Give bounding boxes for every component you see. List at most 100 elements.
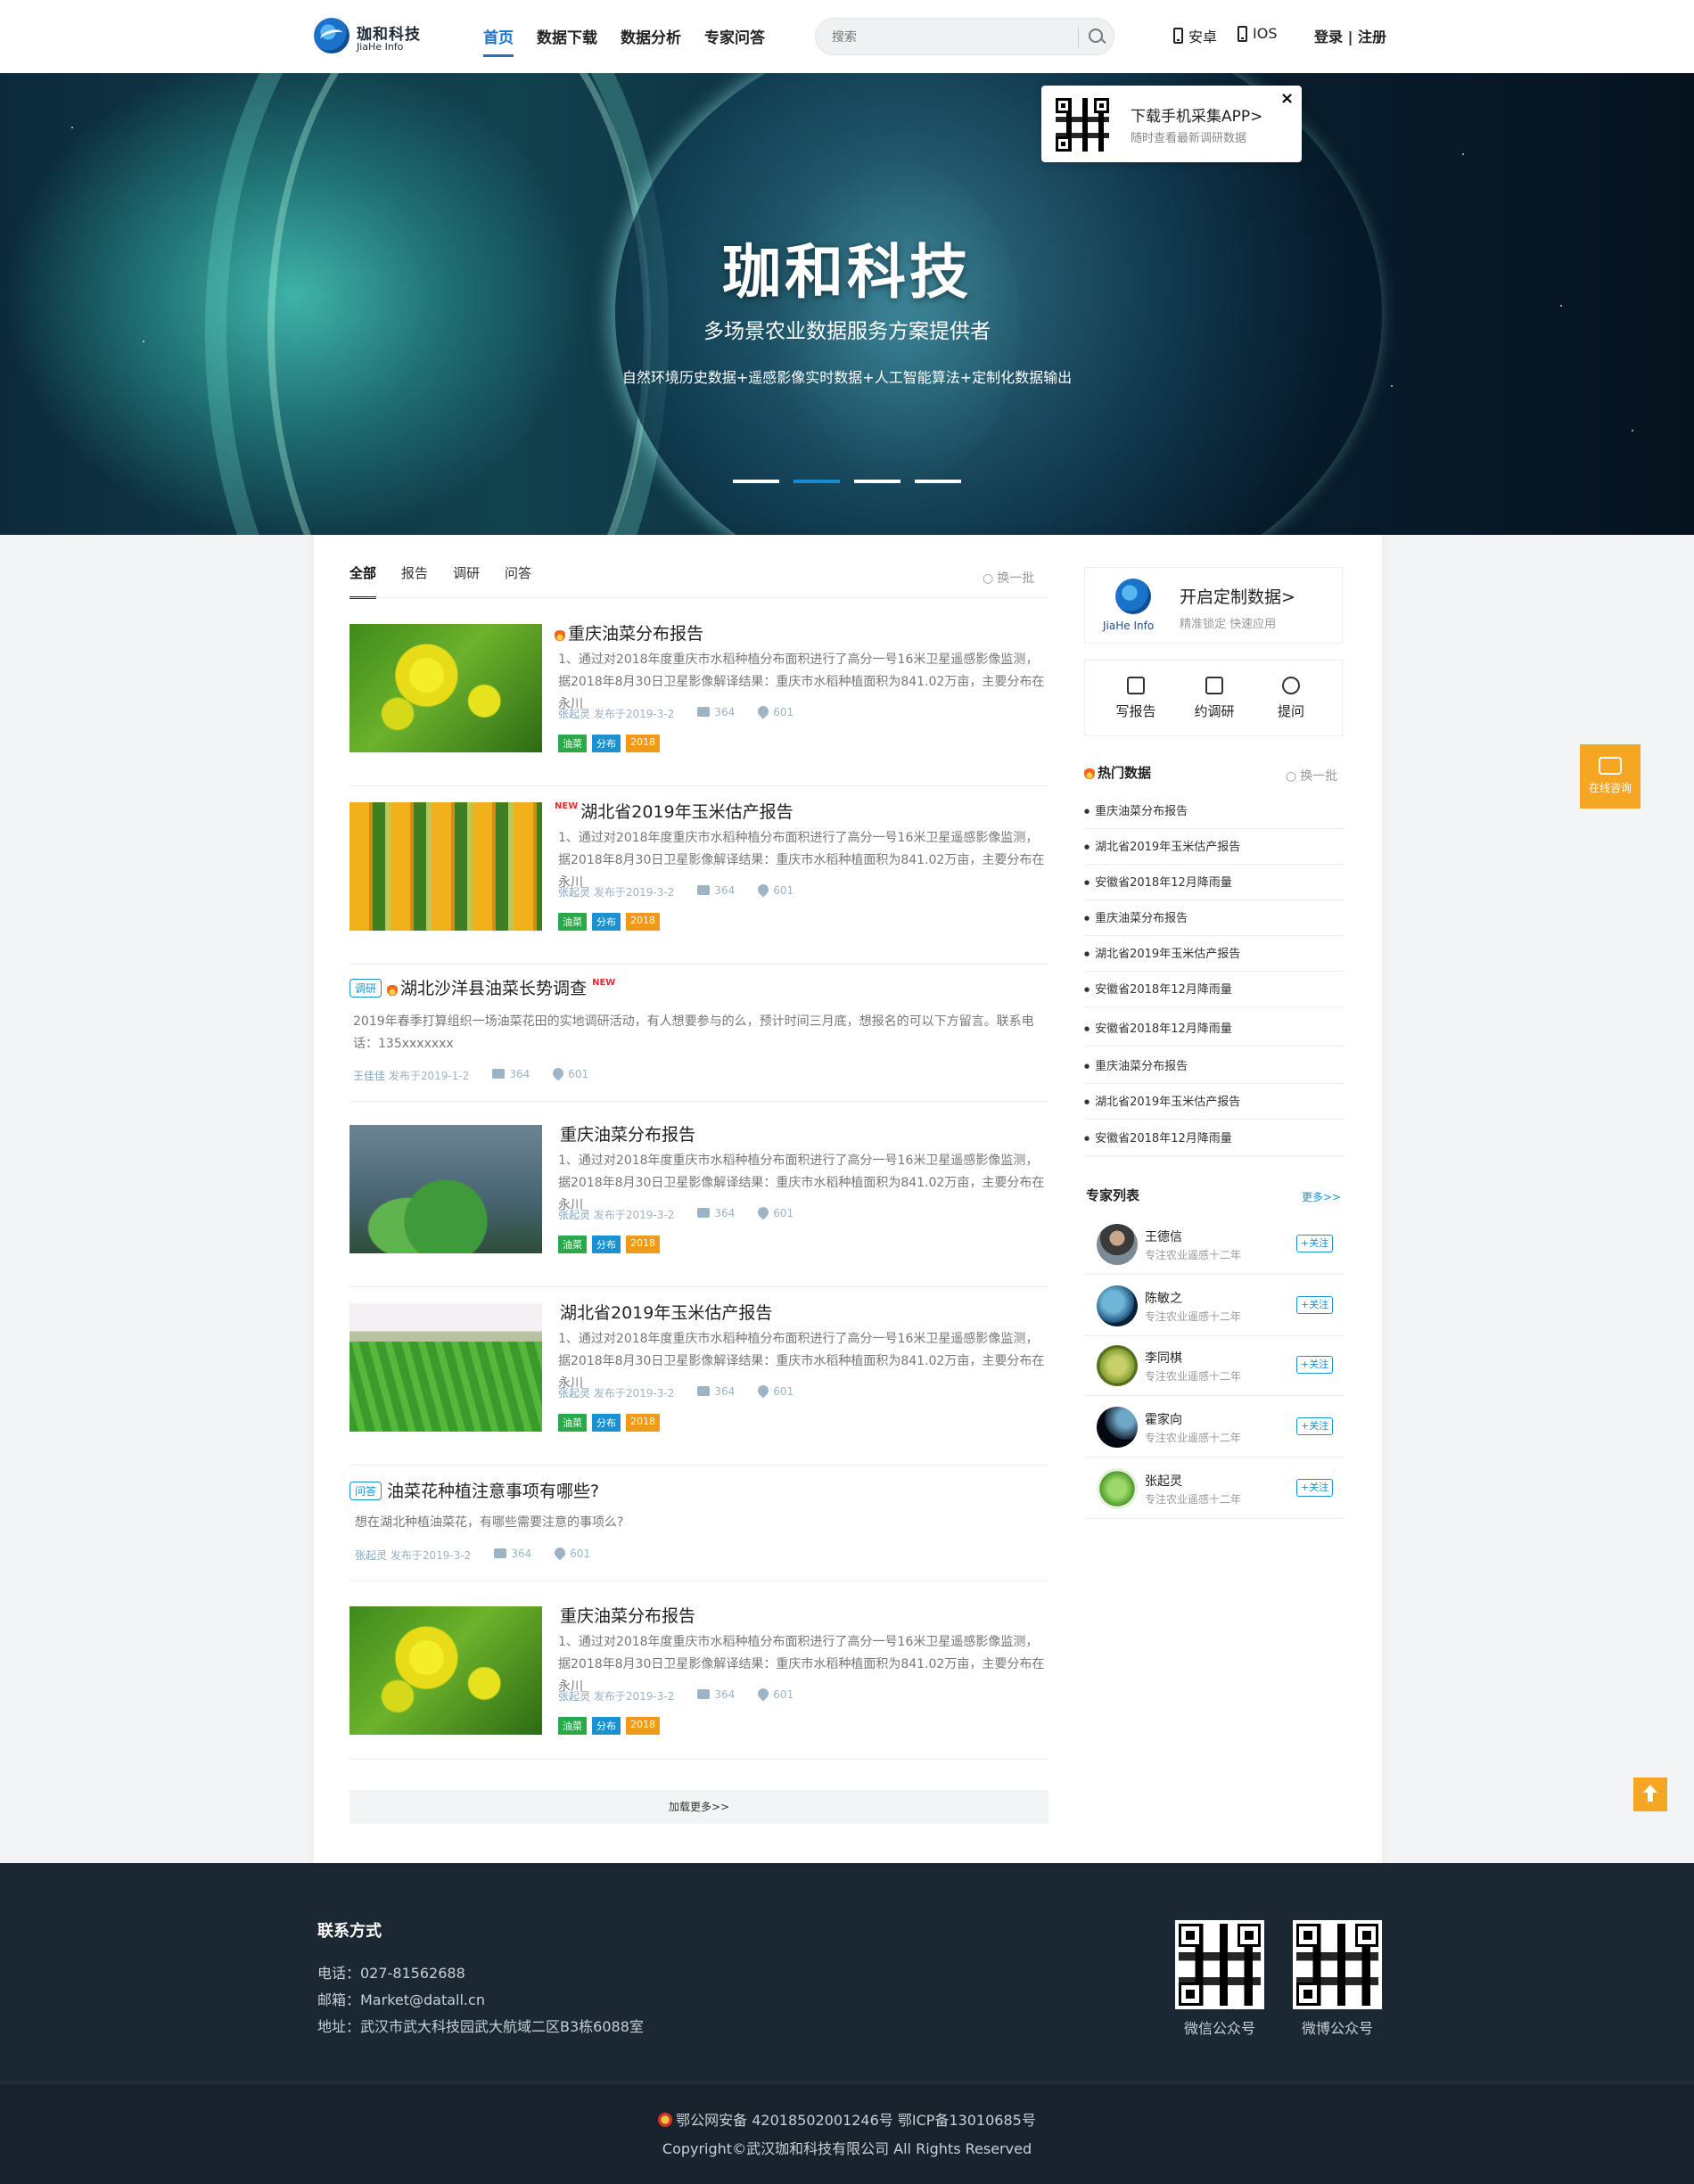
list-item[interactable]: NEW 湖北省2019年玉米估产报告 1、通过对2018年度重庆市水稻种植分布面积… bbox=[349, 799, 1048, 965]
tag[interactable]: 油菜 bbox=[558, 1236, 587, 1253]
icp-text[interactable]: 鄂公网安备 42018502001246号 鄂ICP备13010685号 bbox=[676, 2112, 1036, 2129]
rain-crop-thumbnail[interactable] bbox=[349, 1125, 542, 1253]
tag[interactable]: 分布 bbox=[592, 1236, 621, 1253]
avatar[interactable] bbox=[1097, 1407, 1138, 1448]
tag[interactable]: 2018 bbox=[626, 1414, 660, 1432]
expert-name[interactable]: 陈敏之 bbox=[1145, 1289, 1182, 1307]
hot-item[interactable]: 湖北省2019年玉米估产报告 bbox=[1084, 829, 1345, 865]
hot-refresh-button[interactable]: 换一批 bbox=[1286, 767, 1337, 784]
nav-data-download[interactable]: 数据下载 bbox=[537, 25, 597, 57]
custom-data-title[interactable]: 开启定制数据> bbox=[1180, 584, 1295, 608]
expert-item[interactable]: 陈敏之 专注农业遥感十二年 +关注 bbox=[1084, 1275, 1345, 1336]
author-name[interactable]: 张起灵 bbox=[558, 708, 590, 720]
list-item[interactable]: 调研 湖北沙洋县油菜长势调查 NEW 2019年春季打算组织一场油菜花田的实地调研… bbox=[349, 975, 1048, 1102]
contact-email[interactable]: 邮箱：Market@datall.cn bbox=[317, 1988, 485, 2009]
tab-qa[interactable]: 问答 bbox=[505, 563, 531, 599]
tag[interactable]: 分布 bbox=[592, 1717, 621, 1735]
avatar[interactable] bbox=[1097, 1468, 1138, 1509]
carousel-dot-2[interactable] bbox=[794, 480, 840, 483]
hot-item[interactable]: 重庆油菜分布报告 bbox=[1084, 1048, 1345, 1084]
item-title[interactable]: 重庆油菜分布报告 bbox=[560, 1603, 695, 1627]
login-register-link[interactable]: 登录 | 注册 bbox=[1314, 25, 1386, 46]
back-to-top-button[interactable] bbox=[1633, 1778, 1667, 1811]
carousel-dot-3[interactable] bbox=[854, 480, 900, 483]
expert-item[interactable]: 张起灵 专注农业遥感十二年 +关注 bbox=[1084, 1457, 1345, 1519]
list-item[interactable]: 重庆油菜分布报告 1、通过对2018年度重庆市水稻种植分布面积进行了高分一号16… bbox=[349, 624, 1048, 786]
tag[interactable]: 油菜 bbox=[558, 735, 587, 752]
author-name[interactable]: 张起灵 bbox=[355, 1549, 387, 1562]
item-title[interactable]: 重庆油菜分布报告 bbox=[555, 620, 703, 645]
nav-expert-qa[interactable]: 专家问答 bbox=[704, 25, 765, 57]
item-title[interactable]: 问答 油菜花种植注意事项有哪些? bbox=[349, 1478, 599, 1502]
avatar[interactable] bbox=[1097, 1285, 1138, 1326]
nav-home[interactable]: 首页 bbox=[483, 25, 514, 57]
search-input[interactable] bbox=[832, 28, 1064, 47]
rapeseed-thumbnail[interactable] bbox=[349, 624, 542, 752]
tab-all[interactable]: 全部 bbox=[349, 563, 377, 599]
item-title[interactable]: 重庆油菜分布报告 bbox=[560, 1121, 695, 1145]
corn-thumbnail[interactable] bbox=[349, 802, 542, 931]
search-icon[interactable] bbox=[1085, 26, 1108, 49]
book-survey-button[interactable]: 约调研 bbox=[1183, 677, 1246, 720]
author-name[interactable]: 张起灵 bbox=[558, 1690, 590, 1703]
tab-survey[interactable]: 调研 bbox=[453, 563, 480, 599]
follow-button[interactable]: +关注 bbox=[1296, 1235, 1334, 1252]
load-more-button[interactable]: 加载更多>> bbox=[349, 1790, 1048, 1824]
carousel-dot-4[interactable] bbox=[915, 480, 961, 483]
expert-name[interactable]: 王德信 bbox=[1145, 1227, 1182, 1245]
follow-button[interactable]: +关注 bbox=[1296, 1479, 1334, 1497]
expert-item[interactable]: 王德信 专注农业遥感十二年 +关注 bbox=[1084, 1213, 1345, 1275]
tag[interactable]: 2018 bbox=[626, 1717, 660, 1735]
tag[interactable]: 油菜 bbox=[558, 913, 587, 931]
feed-refresh-button[interactable]: 换一批 bbox=[983, 569, 1034, 587]
site-logo[interactable]: 珈和科技 JiaHe Info bbox=[314, 16, 430, 55]
list-item[interactable]: 重庆油菜分布报告 1、通过对2018年度重庆市水稻种植分布面积进行了高分一号16… bbox=[349, 1125, 1048, 1287]
tag[interactable]: 油菜 bbox=[558, 1717, 587, 1735]
follow-button[interactable]: +关注 bbox=[1296, 1356, 1334, 1374]
tab-report[interactable]: 报告 bbox=[401, 563, 428, 599]
list-item[interactable]: 湖北省2019年玉米估产报告 1、通过对2018年度重庆市水稻种植分布面积进行了… bbox=[349, 1303, 1048, 1466]
hot-item[interactable]: 湖北省2019年玉米估产报告 bbox=[1084, 1084, 1345, 1120]
carousel-dot-1[interactable] bbox=[733, 480, 779, 483]
tag[interactable]: 分布 bbox=[592, 1414, 621, 1432]
write-report-button[interactable]: 写报告 bbox=[1105, 677, 1167, 720]
tag[interactable]: 2018 bbox=[626, 913, 660, 931]
expert-name[interactable]: 李同棋 bbox=[1145, 1349, 1182, 1367]
author-name[interactable]: 张起灵 bbox=[558, 886, 590, 899]
follow-button[interactable]: +关注 bbox=[1296, 1417, 1334, 1435]
author-name[interactable]: 张起灵 bbox=[558, 1209, 590, 1221]
hot-item[interactable]: 安徽省2018年12月降雨量 bbox=[1084, 1121, 1345, 1156]
online-consult-button[interactable]: 在线咨询 bbox=[1580, 744, 1641, 809]
hot-item[interactable]: 湖北省2019年玉米估产报告 bbox=[1084, 936, 1345, 972]
list-item[interactable]: 重庆油菜分布报告 1、通过对2018年度重庆市水稻种植分布面积进行了高分一号16… bbox=[349, 1606, 1048, 1760]
ask-question-button[interactable]: 提问 bbox=[1260, 677, 1322, 720]
item-title[interactable]: 调研 湖北沙洋县油菜长势调查 NEW bbox=[349, 975, 618, 999]
close-icon[interactable]: × bbox=[1280, 89, 1294, 108]
rapeseed-thumbnail[interactable] bbox=[349, 1606, 542, 1735]
expert-more-link[interactable]: 更多>> bbox=[1302, 1189, 1341, 1204]
tag[interactable]: 分布 bbox=[592, 913, 621, 931]
avatar[interactable] bbox=[1097, 1345, 1138, 1386]
hot-item[interactable]: 安徽省2018年12月降雨量 bbox=[1084, 972, 1345, 1007]
app-download-popup[interactable]: 下载手机采集APP> 随时查看最新调研数据 × bbox=[1041, 86, 1302, 162]
android-app-link[interactable]: 安卓 bbox=[1173, 25, 1217, 46]
avatar[interactable] bbox=[1097, 1224, 1138, 1265]
hot-item[interactable]: 重庆油菜分布报告 bbox=[1084, 793, 1345, 829]
custom-data-card[interactable]: JiaHe Info 开启定制数据> 精准锁定 快速应用 bbox=[1084, 567, 1343, 644]
expert-item[interactable]: 霍家向 专注农业遥感十二年 +关注 bbox=[1084, 1396, 1345, 1457]
hot-item[interactable]: 安徽省2018年12月降雨量 bbox=[1084, 1011, 1345, 1047]
tag[interactable]: 油菜 bbox=[558, 1414, 587, 1432]
hot-item[interactable]: 重庆油菜分布报告 bbox=[1084, 900, 1345, 936]
nav-data-analysis[interactable]: 数据分析 bbox=[621, 25, 681, 57]
expert-name[interactable]: 霍家向 bbox=[1145, 1410, 1182, 1428]
expert-item[interactable]: 李同棋 专注农业遥感十二年 +关注 bbox=[1084, 1334, 1345, 1396]
field-thumbnail[interactable] bbox=[349, 1303, 542, 1432]
expert-name[interactable]: 张起灵 bbox=[1145, 1472, 1182, 1490]
author-name[interactable]: 王佳佳 bbox=[353, 1070, 385, 1082]
ios-app-link[interactable]: IOS bbox=[1238, 25, 1277, 42]
tag[interactable]: 2018 bbox=[626, 735, 660, 752]
item-title[interactable]: 湖北省2019年玉米估产报告 bbox=[560, 1300, 772, 1324]
list-item[interactable]: 问答 油菜花种植注意事项有哪些? 想在湖北种植油菜花，有哪些需要注意的事项么? 张… bbox=[349, 1478, 1048, 1581]
item-title[interactable]: NEW 湖北省2019年玉米估产报告 bbox=[555, 799, 794, 823]
tag[interactable]: 2018 bbox=[626, 1236, 660, 1253]
